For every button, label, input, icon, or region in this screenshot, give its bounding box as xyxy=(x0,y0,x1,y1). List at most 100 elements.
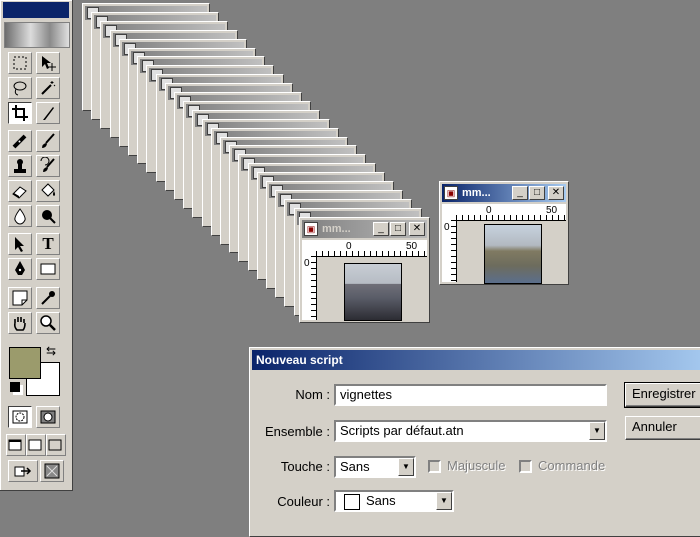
ruler-label: 50 xyxy=(406,241,418,252)
window-title-bar[interactable]: ▣ mm... _ □ ✕ xyxy=(302,220,427,238)
magic-wand-tool[interactable] xyxy=(36,77,60,99)
eyedropper-tool[interactable] xyxy=(36,287,60,309)
ruler-label: 50 xyxy=(546,205,558,216)
close-button[interactable]: ✕ xyxy=(548,186,564,200)
swap-colors-icon[interactable]: ⇆ xyxy=(46,344,56,358)
default-colors-icon[interactable] xyxy=(10,382,20,392)
record-button[interactable]: Enregistrer xyxy=(624,382,700,408)
screen-mode-full[interactable] xyxy=(46,434,66,456)
crop-icon xyxy=(12,105,28,121)
set-select[interactable]: Scripts par défaut.atn ▼ xyxy=(334,420,607,442)
color-label: Couleur : xyxy=(277,494,330,509)
path-select-tool[interactable] xyxy=(8,233,32,255)
chevron-down-icon[interactable]: ▼ xyxy=(398,458,414,476)
jump-to-imageready-button[interactable] xyxy=(8,460,38,482)
ruler-origin[interactable] xyxy=(442,204,457,221)
paint-bucket-tool[interactable] xyxy=(36,180,60,202)
arrow-icon xyxy=(15,237,24,252)
burn-icon xyxy=(42,210,56,224)
type-tool[interactable]: T xyxy=(36,233,60,255)
chevron-down-icon[interactable]: ▼ xyxy=(589,422,605,440)
type-icon: T xyxy=(42,234,54,253)
window-icon xyxy=(8,439,22,451)
shape-tool[interactable] xyxy=(36,258,60,280)
horizontal-ruler[interactable]: 0 50 xyxy=(316,240,427,257)
paint-bucket-icon xyxy=(41,183,55,197)
burn-tool[interactable] xyxy=(36,205,60,227)
screen-mode-full-menu[interactable] xyxy=(26,434,46,456)
eraser-icon xyxy=(12,186,27,199)
cancel-button[interactable]: Annuler xyxy=(625,416,700,440)
window-icon xyxy=(48,439,62,451)
quick-mask-icon xyxy=(40,410,56,424)
lasso-icon xyxy=(13,81,27,96)
photoshop-document-icon: ▣ xyxy=(444,186,458,200)
pen-tool[interactable] xyxy=(8,258,32,280)
slice-tool[interactable] xyxy=(36,102,60,124)
function-key-select[interactable]: Sans ▼ xyxy=(334,456,416,478)
marquee-tool[interactable] xyxy=(8,52,32,74)
history-brush-tool[interactable] xyxy=(36,155,60,177)
quick-mask-mode-button[interactable] xyxy=(36,406,60,428)
document-window-front[interactable]: ▣ mm... _ □ ✕ 0 50 0 xyxy=(299,217,430,323)
ruler-label: 0 xyxy=(444,222,450,233)
color-select[interactable]: Sans ▼ xyxy=(334,490,454,512)
healing-brush-tool[interactable] xyxy=(8,130,32,152)
droplet-icon xyxy=(14,208,26,225)
blur-tool[interactable] xyxy=(8,205,32,227)
new-action-dialog: Nouveau script Nom : vignettes Ensemble … xyxy=(249,347,700,537)
marquee-icon xyxy=(13,56,27,70)
eraser-tool[interactable] xyxy=(8,180,32,202)
maximize-button[interactable]: □ xyxy=(390,222,406,236)
shift-checkbox[interactable] xyxy=(428,460,441,473)
document-image[interactable] xyxy=(344,263,402,321)
window-title: mm... xyxy=(322,223,351,235)
eyedropper-icon xyxy=(41,291,55,305)
window-title-bar[interactable]: ▣ mm... _ □ ✕ xyxy=(442,184,566,202)
notes-tool[interactable] xyxy=(8,287,32,309)
minimize-button[interactable]: _ xyxy=(373,222,389,236)
window-title: mm... xyxy=(462,187,491,199)
crop-tool[interactable] xyxy=(8,102,32,124)
horizontal-ruler[interactable]: 0 50 xyxy=(456,204,566,221)
dialog-title[interactable]: Nouveau script xyxy=(252,350,700,370)
name-input[interactable]: vignettes xyxy=(334,384,607,406)
ruler-label: 0 xyxy=(486,205,492,216)
chevron-down-icon[interactable]: ▼ xyxy=(436,492,452,510)
zoom-tool[interactable] xyxy=(36,312,60,334)
hand-icon xyxy=(13,317,26,331)
stamp-tool[interactable] xyxy=(8,155,32,177)
vertical-ruler[interactable]: 0 xyxy=(302,256,317,320)
key-label: Touche : xyxy=(280,459,330,474)
color-swatch xyxy=(344,493,360,510)
lasso-tool[interactable] xyxy=(8,77,32,99)
document-window-right[interactable]: ▣ mm... _ □ ✕ 0 50 0 xyxy=(439,181,569,285)
bandage-icon xyxy=(12,134,27,149)
function-key-value: Sans xyxy=(340,459,370,474)
document-image[interactable] xyxy=(484,224,542,284)
maximize-button[interactable]: □ xyxy=(529,186,545,200)
ruler-origin[interactable] xyxy=(302,240,317,257)
screen-mode-standard[interactable] xyxy=(6,434,26,456)
brush-tool[interactable] xyxy=(36,130,60,152)
standard-mode-button[interactable] xyxy=(8,406,32,428)
imageready-logo-icon xyxy=(44,463,60,479)
eye-logo-icon[interactable] xyxy=(4,22,70,48)
stamp-icon xyxy=(14,159,26,173)
set-label: Ensemble : xyxy=(264,424,330,439)
command-label: Commande xyxy=(538,458,606,473)
imageready-icon[interactable] xyxy=(40,460,64,482)
foreground-color-swatch[interactable] xyxy=(9,347,41,379)
pen-icon xyxy=(15,261,25,275)
ruler-label: 0 xyxy=(346,241,352,252)
vertical-ruler[interactable]: 0 xyxy=(442,220,457,282)
close-button[interactable]: ✕ xyxy=(409,222,425,236)
toolbox-title-bar[interactable] xyxy=(3,2,69,18)
move-tool[interactable] xyxy=(36,52,60,74)
brush-icon xyxy=(42,133,55,148)
window-icon xyxy=(28,439,42,451)
command-checkbox[interactable] xyxy=(519,460,532,473)
minimize-button[interactable]: _ xyxy=(512,186,528,200)
toolbox: T ⇆ xyxy=(0,0,73,491)
hand-tool[interactable] xyxy=(8,312,32,334)
